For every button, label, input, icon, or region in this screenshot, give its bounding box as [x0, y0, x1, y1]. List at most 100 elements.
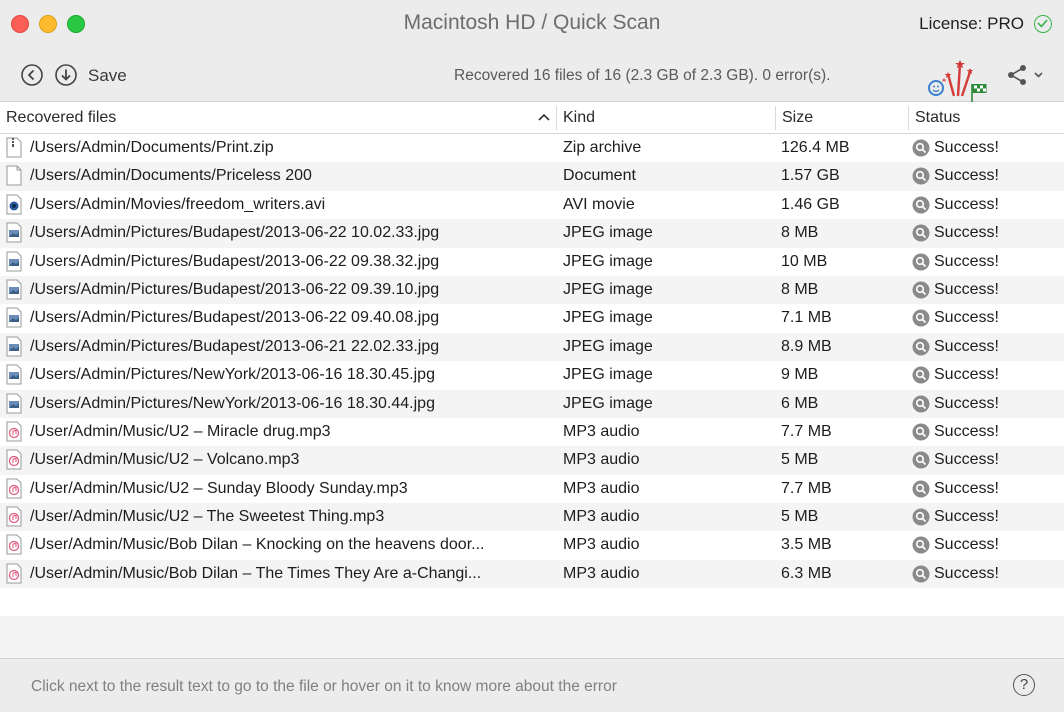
file-path[interactable]: /User/Admin/Music/U2 – The Sweetest Thin… [30, 508, 384, 526]
table-row[interactable]: /User/Admin/Music/U2 – The Sweetest Thin… [0, 503, 1064, 532]
table-row[interactable]: /Users/Admin/Pictures/Budapest/2013-06-2… [0, 219, 1064, 248]
hint-text: Click next to the result text to go to t… [31, 678, 617, 695]
table-row[interactable]: /Users/Admin/Documents/Print.zip Zip arch… [0, 134, 1064, 162]
magnifier-icon[interactable] [912, 366, 930, 384]
status-text[interactable]: Success! [934, 423, 999, 441]
table-row[interactable]: /Users/Admin/Pictures/Budapest/2013-06-2… [0, 304, 1064, 332]
file-size: 10 MB [781, 252, 828, 270]
audio-file-icon [6, 506, 22, 527]
status-text[interactable]: Success! [934, 224, 999, 242]
image-file-icon [6, 336, 22, 357]
magnifier-icon[interactable] [912, 508, 930, 526]
magnifier-icon[interactable] [912, 167, 930, 185]
file-kind: MP3 audio [563, 564, 640, 582]
share-button[interactable] [1006, 64, 1046, 86]
file-path[interactable]: /Users/Admin/Documents/Priceless 200 [30, 167, 312, 185]
table-row[interactable]: /User/Admin/Music/U2 – Volcano.mp3 MP3 au… [0, 446, 1064, 475]
file-kind: JPEG image [563, 280, 653, 298]
file-path[interactable]: /User/Admin/Music/U2 – Volcano.mp3 [30, 451, 299, 469]
file-path[interactable]: /User/Admin/Music/U2 – Miracle drug.mp3 [30, 423, 331, 441]
recovered-files-list: /Users/Admin/Documents/Print.zip Zip arch… [0, 134, 1064, 589]
table-row[interactable]: /Users/Admin/Pictures/NewYork/2013-06-16… [0, 361, 1064, 389]
column-divider[interactable] [556, 106, 557, 130]
status-text[interactable]: Success! [934, 139, 999, 157]
column-header-status[interactable]: Status [915, 109, 960, 127]
table-row[interactable]: /Users/Admin/Documents/Priceless 200 Docu… [0, 162, 1064, 191]
file-path[interactable]: /User/Admin/Music/U2 – Sunday Bloody Sun… [30, 480, 408, 498]
magnifier-icon[interactable] [912, 253, 930, 271]
status-text[interactable]: Success! [934, 196, 999, 214]
file-path[interactable]: /Users/Admin/Pictures/Budapest/2013-06-2… [30, 338, 439, 356]
audio-file-icon [6, 534, 22, 555]
magnifier-icon[interactable] [912, 565, 930, 583]
table-row[interactable]: /User/Admin/Music/U2 – Miracle drug.mp3 M… [0, 418, 1064, 446]
file-path[interactable]: /Users/Admin/Movies/freedom_writers.avi [30, 196, 325, 214]
file-path[interactable]: /User/Admin/Music/Bob Dilan – Knocking o… [30, 536, 484, 554]
title-bar[interactable]: Macintosh HD / Quick Scan License: PRO [0, 0, 1064, 50]
status-text[interactable]: Success! [934, 281, 999, 299]
recovery-status-text: Recovered 16 files of 16 (2.3 GB of 2.3 … [454, 67, 831, 84]
sort-ascending-icon[interactable] [538, 113, 550, 121]
status-text[interactable]: Success! [934, 508, 999, 526]
movie-file-icon [6, 194, 22, 215]
file-size: 7.7 MB [781, 479, 832, 497]
magnifier-icon[interactable] [912, 139, 930, 157]
table-row[interactable]: /User/Admin/Music/Bob Dilan – Knocking o… [0, 531, 1064, 559]
status-text[interactable]: Success! [934, 253, 999, 271]
file-path[interactable]: /Users/Admin/Pictures/NewYork/2013-06-16… [30, 366, 435, 384]
file-kind: AVI movie [563, 195, 635, 213]
status-bar: Click next to the result text to go to t… [0, 658, 1064, 712]
help-button[interactable]: ? [1013, 674, 1035, 696]
table-row[interactable]: /Users/Admin/Pictures/Budapest/2013-06-2… [0, 275, 1064, 305]
status-text[interactable]: Success! [934, 366, 999, 384]
table-row[interactable]: /Users/Admin/Pictures/Budapest/2013-06-2… [0, 332, 1064, 362]
column-header-kind[interactable]: Kind [563, 109, 595, 127]
status-text[interactable]: Success! [934, 536, 999, 554]
file-kind: MP3 audio [563, 479, 640, 497]
save-label[interactable]: Save [88, 66, 127, 86]
file-size: 5 MB [781, 451, 819, 469]
file-path[interactable]: /Users/Admin/Documents/Print.zip [30, 139, 274, 157]
file-path[interactable]: /Users/Admin/Pictures/Budapest/2013-06-2… [30, 253, 439, 271]
magnifier-icon[interactable] [912, 480, 930, 498]
status-text[interactable]: Success! [934, 309, 999, 327]
magnifier-icon[interactable] [912, 451, 930, 469]
window-title: Macintosh HD / Quick Scan [403, 11, 661, 34]
status-text[interactable]: Success! [934, 480, 999, 498]
status-text[interactable]: Success! [934, 338, 999, 356]
table-row[interactable]: /Users/Admin/Pictures/NewYork/2013-06-16… [0, 389, 1064, 418]
status-text[interactable]: Success! [934, 167, 999, 185]
audio-file-icon [6, 421, 22, 442]
status-text[interactable]: Success! [934, 395, 999, 413]
table-row[interactable]: /Users/Admin/Pictures/Budapest/2013-06-2… [0, 248, 1064, 276]
file-kind: JPEG image [563, 337, 653, 355]
status-text[interactable]: Success! [934, 565, 999, 583]
file-size: 8 MB [781, 280, 819, 298]
file-path[interactable]: /Users/Admin/Pictures/Budapest/2013-06-2… [30, 224, 439, 242]
file-path[interactable]: /Users/Admin/Pictures/Budapest/2013-06-2… [30, 281, 439, 299]
magnifier-icon[interactable] [912, 309, 930, 327]
column-header-size[interactable]: Size [782, 109, 813, 127]
column-header-recovered-files[interactable]: Recovered files [6, 109, 116, 127]
magnifier-icon[interactable] [912, 395, 930, 413]
status-text[interactable]: Success! [934, 451, 999, 469]
table-row[interactable]: /User/Admin/Music/Bob Dilan – The Times … [0, 559, 1064, 589]
table-row[interactable]: /Users/Admin/Movies/freedom_writers.avi A… [0, 191, 1064, 219]
table-row[interactable]: /User/Admin/Music/U2 – Sunday Bloody Sun… [0, 475, 1064, 503]
magnifier-icon[interactable] [912, 224, 930, 242]
magnifier-icon[interactable] [912, 196, 930, 214]
file-path[interactable]: /Users/Admin/Pictures/NewYork/2013-06-16… [30, 395, 435, 413]
column-divider[interactable] [908, 106, 909, 130]
back-button[interactable] [21, 64, 43, 86]
magnifier-icon[interactable] [912, 536, 930, 554]
magnifier-icon[interactable] [912, 338, 930, 356]
magnifier-icon[interactable] [912, 423, 930, 441]
save-button[interactable] [55, 64, 77, 86]
file-kind: JPEG image [563, 394, 653, 412]
magnifier-icon[interactable] [912, 281, 930, 299]
file-path[interactable]: /Users/Admin/Pictures/Budapest/2013-06-2… [30, 309, 439, 327]
image-file-icon [6, 364, 22, 385]
column-divider[interactable] [775, 106, 776, 130]
file-path[interactable]: /User/Admin/Music/Bob Dilan – The Times … [30, 565, 481, 583]
file-size: 7.7 MB [781, 422, 832, 440]
